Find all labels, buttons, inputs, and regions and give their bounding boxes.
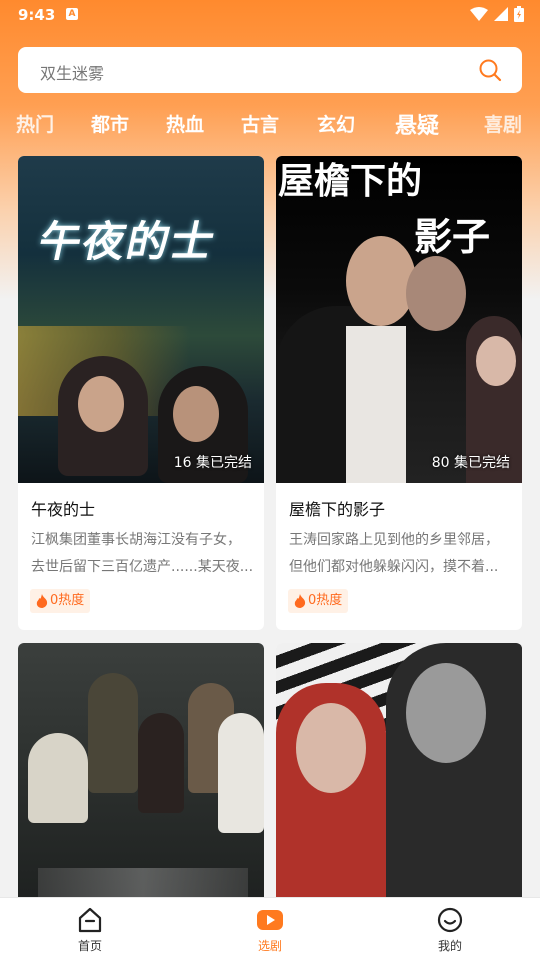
face-shape [173, 386, 219, 442]
category-tabs: 热门 都市 热血 古言 玄幻 悬疑 喜剧 [0, 106, 540, 140]
episode-count: 80 集已完结 [431, 455, 510, 471]
description-line: 江枫集团董事长胡海江没有子女， [31, 532, 241, 548]
heat-label: 0热度 [50, 593, 85, 608]
figure-shape [88, 673, 138, 793]
nav-label: 我的 [437, 939, 462, 953]
flame-icon [36, 594, 48, 608]
notification-icon: A [66, 8, 78, 20]
episode-count: 16 集已完结 [173, 455, 252, 471]
shirt-shape [346, 326, 406, 483]
drama-description: 王涛回家路上见到他的乡里邻居， 但他们都对他躲躲闪闪，摸不着... [289, 527, 511, 581]
drama-card[interactable] [276, 643, 522, 903]
profile-icon [437, 907, 463, 933]
figure-shape [218, 713, 264, 833]
face-shape [406, 663, 486, 763]
description-line: 王涛回家路上见到他的乡里邻居， [289, 532, 499, 548]
poster-title: 影子 [414, 214, 491, 259]
poster-title: 午夜的士 [34, 217, 221, 266]
poster-title: 屋檐下的 [278, 160, 423, 202]
tab-suspense[interactable]: 悬疑 [395, 108, 439, 140]
nav-home[interactable]: 首页 [50, 906, 130, 954]
face-shape [296, 703, 366, 793]
status-bar: 9:43 A [0, 0, 540, 30]
drama-title: 屋檐下的影子 [289, 500, 386, 519]
face-shape [346, 236, 416, 326]
nav-profile[interactable]: 我的 [410, 906, 490, 954]
heat-badge: 0热度 [288, 589, 349, 613]
status-time: 9:43 [18, 6, 56, 24]
heat-label: 0热度 [308, 593, 343, 608]
status-icons [470, 6, 524, 22]
home-icon [78, 907, 102, 933]
tab-urban[interactable]: 都市 [91, 110, 129, 137]
drama-poster[interactable]: 屋檐下的 影子 80 集已完结 [276, 156, 522, 483]
face-shape [476, 336, 516, 386]
battery-icon [514, 6, 524, 22]
drama-card[interactable]: 屋檐下的 影子 80 集已完结 屋檐下的影子 王涛回家路上见到他的乡里邻居， 但… [276, 156, 522, 630]
description-line: 但他们都对他躲躲闪闪，摸不着... [289, 559, 499, 575]
tab-fantasy[interactable]: 玄幻 [317, 110, 355, 137]
search-icon[interactable] [478, 58, 502, 82]
description-line: 去世后留下三百亿遗产......某天夜... [31, 559, 253, 575]
figure-shape [138, 713, 184, 813]
figure-shape [28, 733, 88, 823]
wifi-icon [470, 7, 488, 21]
tab-ancient[interactable]: 古言 [241, 110, 279, 137]
tab-hot[interactable]: 热门 [16, 110, 54, 137]
play-icon [257, 910, 283, 930]
tab-comedy[interactable]: 喜剧 [484, 110, 522, 137]
drama-card[interactable]: 午夜的士 16 集已完结 午夜的士 江枫集团董事长胡海江没有子女， 去世后留下三… [18, 156, 264, 630]
search-input[interactable]: 双生迷雾 [40, 60, 104, 84]
drama-poster[interactable] [276, 643, 522, 903]
signal-icon [494, 7, 508, 21]
face-shape [78, 376, 124, 432]
heat-badge: 0热度 [30, 589, 91, 613]
drama-description: 江枫集团董事长胡海江没有子女， 去世后留下三百亿遗产......某天夜... [31, 527, 253, 581]
nav-label: 首页 [77, 939, 102, 953]
drama-poster[interactable] [18, 643, 264, 903]
face-shape [406, 256, 466, 331]
drama-title: 午夜的士 [31, 500, 96, 519]
flame-icon [294, 594, 306, 608]
drama-poster[interactable]: 午夜的士 16 集已完结 [18, 156, 264, 483]
bottom-navigation: 首页 选剧 我的 [0, 897, 540, 961]
nav-drama[interactable]: 选剧 [230, 906, 310, 954]
drama-card[interactable] [18, 643, 264, 903]
search-bar[interactable]: 双生迷雾 [18, 47, 522, 93]
nav-label: 选剧 [257, 939, 282, 953]
tab-passion[interactable]: 热血 [166, 110, 204, 137]
